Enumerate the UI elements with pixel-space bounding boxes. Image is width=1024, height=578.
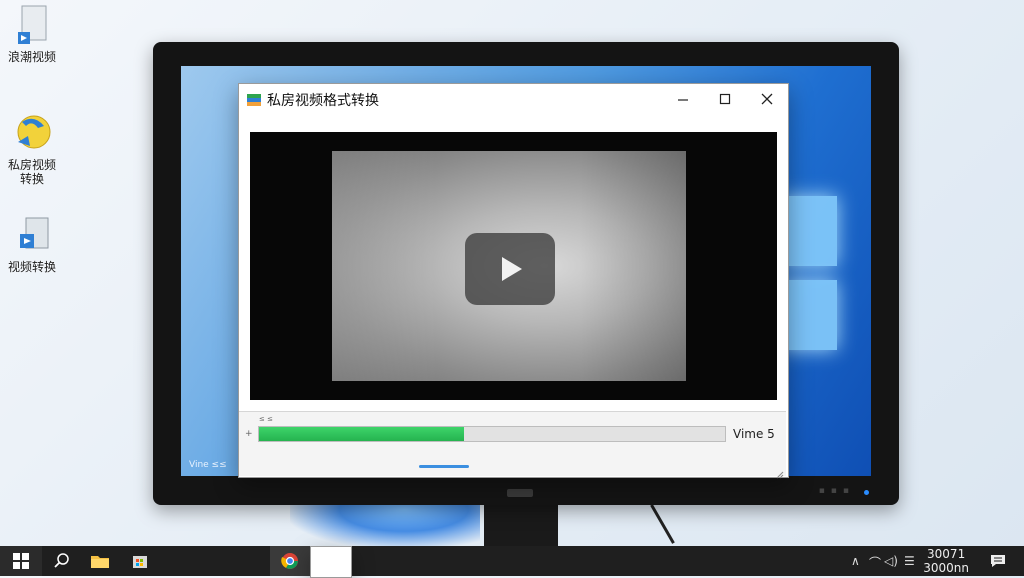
windows-logo-icon <box>781 176 841 376</box>
windows-start-icon <box>13 553 29 569</box>
screen-status-text: Vine ≤≤ <box>189 460 227 470</box>
progress-label: Vime 5 <box>733 427 775 441</box>
system-tray: ∧ ⌒ ◁) ☰ 30071 3000nn <box>824 546 1024 576</box>
store-button[interactable] <box>120 546 160 576</box>
progress-caption: ≤ ≤ <box>259 415 273 423</box>
chrome-button[interactable] <box>270 546 310 576</box>
monitor-cable <box>650 504 675 544</box>
notification-icon <box>991 555 1005 567</box>
window-title: 私房视频格式转换 <box>267 93 379 109</box>
resize-grip-icon[interactable] <box>774 464 784 479</box>
active-indicator <box>419 465 469 468</box>
power-led <box>864 490 869 495</box>
app-icon <box>247 92 261 106</box>
desktop-icon-video-converter[interactable]: 私房视频 转换 <box>0 112 64 186</box>
notification-button[interactable] <box>990 553 1006 572</box>
progress-bar <box>258 426 726 442</box>
monitor-stand <box>484 503 558 547</box>
progress-fill <box>259 427 465 441</box>
minimize-button[interactable] <box>662 84 704 114</box>
clock-time: 30071 <box>927 547 966 561</box>
expand-arrow[interactable]: + <box>245 429 253 439</box>
minimize-icon <box>678 99 688 101</box>
chrome-icon <box>281 553 298 569</box>
video-file-icon <box>12 214 52 258</box>
close-icon <box>761 93 773 105</box>
store-icon <box>133 556 147 568</box>
desktop-icon-label: 浪潮视频 <box>7 50 56 64</box>
converter-icon <box>12 112 52 156</box>
clock[interactable]: 30071 3000nn <box>923 547 969 575</box>
wallpaper-bloom <box>290 500 480 548</box>
video-thumbnail <box>332 151 686 381</box>
network-icon[interactable]: ⌒ <box>869 554 881 571</box>
monitor-buttons: ▪▪▪ <box>818 486 855 496</box>
close-button[interactable] <box>746 84 788 114</box>
maximize-icon <box>719 93 731 105</box>
app-window: 私房视频格式转换 ≤ ≤ + Vime 5 <box>238 83 789 479</box>
film-icon <box>322 555 340 569</box>
desktop-icon-label: 私房视频 转换 <box>7 158 56 186</box>
file-explorer-button[interactable] <box>80 546 120 576</box>
language-icon[interactable]: ☰ <box>904 554 915 568</box>
taskbar: ∧ ⌒ ◁) ☰ 30071 3000nn <box>0 546 1024 578</box>
title-bar[interactable]: 私房视频格式转换 <box>239 84 788 114</box>
chevron-up-icon[interactable]: ∧ <box>851 554 860 568</box>
search-button[interactable] <box>42 546 82 576</box>
play-button[interactable] <box>465 233 555 305</box>
start-button[interactable] <box>0 546 42 576</box>
desktop-icon-video-1[interactable]: 浪潮视频 <box>0 4 64 64</box>
desktop-icon-label: 视频转换 <box>7 260 56 274</box>
volume-icon[interactable]: ◁) <box>884 554 898 568</box>
play-icon <box>502 257 522 281</box>
file-icon <box>12 4 52 48</box>
folder-icon <box>91 556 109 568</box>
video-player[interactable] <box>250 132 777 400</box>
desktop-icon-video-convert[interactable]: 视频转换 <box>0 214 64 274</box>
maximize-button[interactable] <box>704 84 746 114</box>
converter-taskbar-button[interactable] <box>310 546 352 578</box>
conversion-panel: ≤ ≤ + Vime 5 <box>239 411 786 479</box>
search-icon <box>54 553 69 568</box>
clock-date: 3000nn <box>923 561 969 575</box>
monitor-brand-logo <box>507 489 533 497</box>
